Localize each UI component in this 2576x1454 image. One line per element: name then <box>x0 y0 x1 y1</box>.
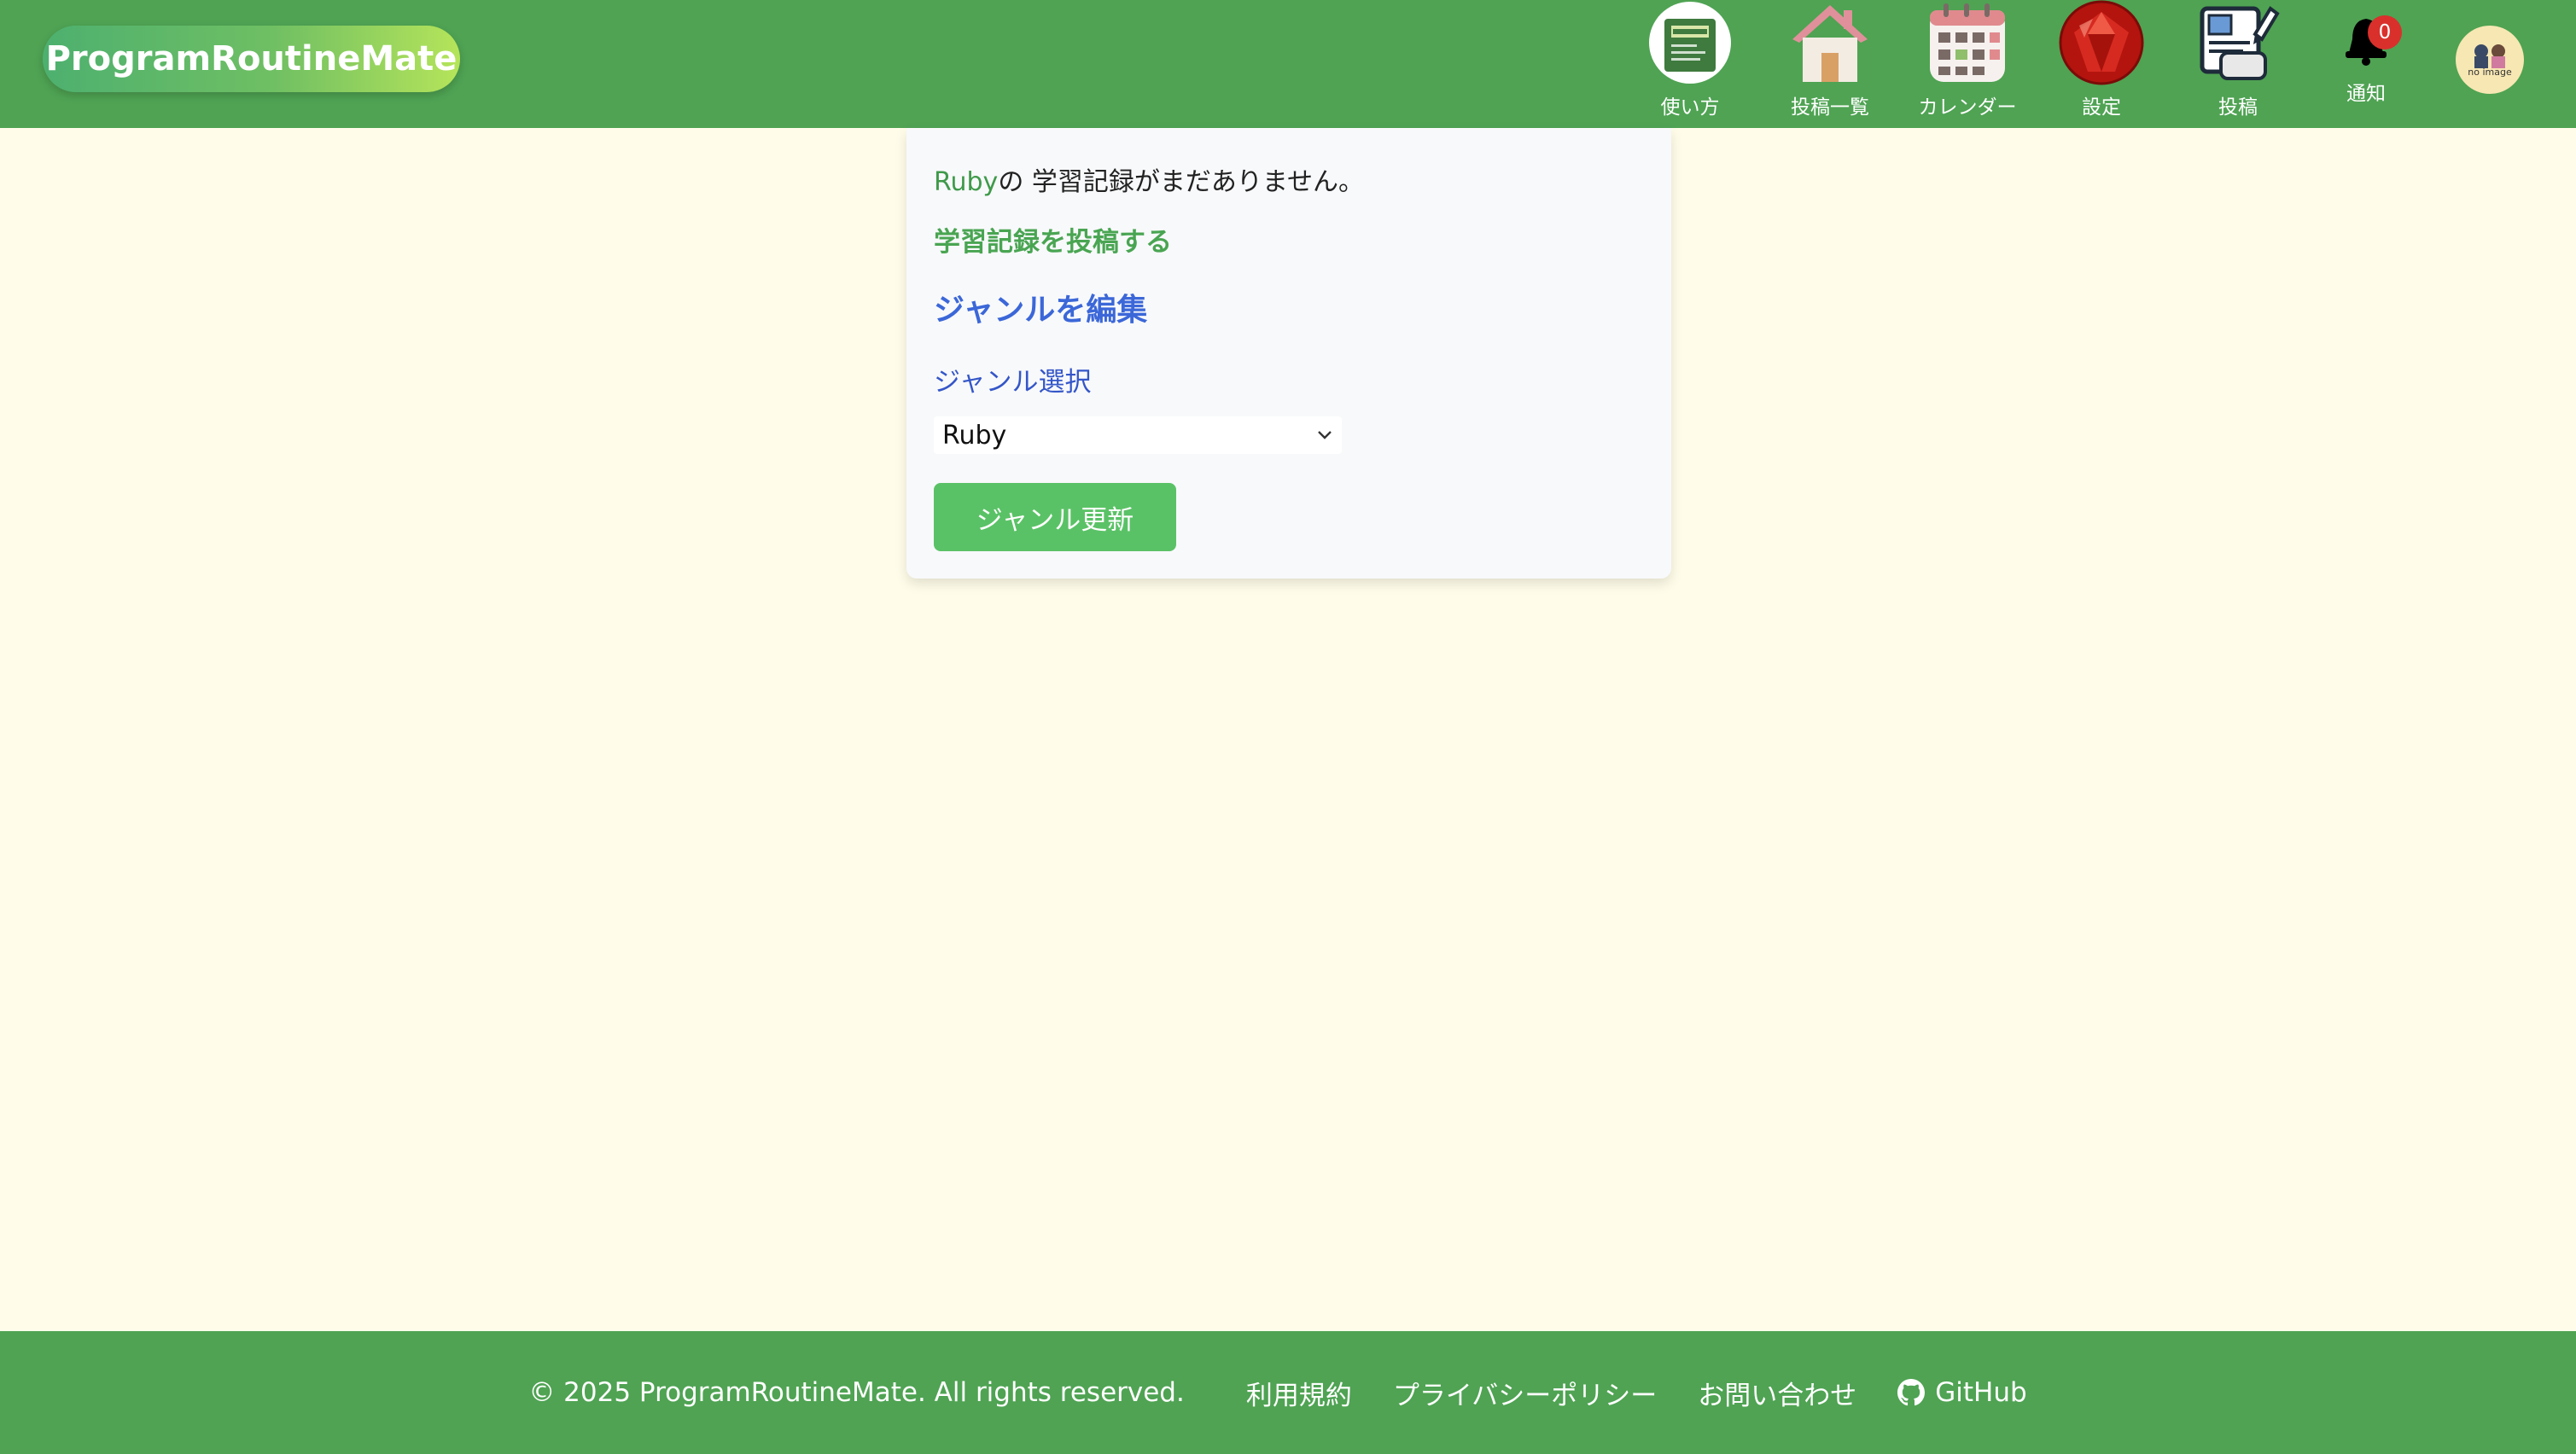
genre-select-label: ジャンル選択 <box>934 367 1092 398</box>
book-icon <box>1647 0 1733 85</box>
footer-contact-link[interactable]: お問い合わせ <box>1698 1374 1856 1412</box>
nav-posts[interactable]: 投稿一覧 <box>1783 0 1877 128</box>
notification-count: 0 <box>2378 21 2392 44</box>
nav-calendar-label: カレンダー <box>1918 96 2017 119</box>
avatar-text: no image <box>2468 66 2512 78</box>
empty-message-text: の 学習記録がまだありません。 <box>998 167 1364 197</box>
genre-card: Rubyの 学習記録がまだありません。 学習記録を投稿する ジャンルを編集 ジャ… <box>906 128 1671 579</box>
edit-genre-heading: ジャンルを編集 <box>934 293 1148 328</box>
nav-post-label: 投稿 <box>2218 96 2258 119</box>
brand-name: ProgramRoutineMate <box>45 39 458 79</box>
notification-badge: 0 <box>2368 15 2402 49</box>
ruby-gem-icon <box>2059 0 2144 85</box>
nav-howto[interactable]: 使い方 <box>1647 0 1733 128</box>
nav-posts-label: 投稿一覧 <box>1791 96 1869 119</box>
genre-select[interactable]: Ruby <box>934 416 1342 454</box>
footer-terms-link[interactable]: 利用規約 <box>1246 1374 1352 1412</box>
brand-logo[interactable]: ProgramRoutineMate <box>43 26 460 92</box>
calendar-icon <box>1925 0 2010 85</box>
footer-github-label: GitHub <box>1935 1377 2027 1408</box>
house-icon <box>1787 0 1873 85</box>
nav-howto-label: 使い方 <box>1660 96 1720 119</box>
nav-notifications[interactable]: 通知 0 <box>2330 0 2402 128</box>
footer-copyright: © 2025 ProgramRoutineMate. All rights re… <box>528 1377 1185 1408</box>
top-navbar: ProgramRoutineMate 使い方 投稿一覧 カレンダー 設定 投稿 … <box>0 0 2576 128</box>
genre-select-value: Ruby <box>942 420 1007 451</box>
footer: © 2025 ProgramRoutineMate. All rights re… <box>0 1331 2576 1454</box>
footer-github-link[interactable]: GitHub <box>1897 1377 2027 1408</box>
post-record-link[interactable]: 学習記録を投稿する <box>934 220 1172 259</box>
avatar-figures-icon <box>2474 44 2505 68</box>
nav-post[interactable]: 投稿 <box>2195 0 2281 128</box>
update-genre-button[interactable]: ジャンル更新 <box>934 483 1176 551</box>
nav-calendar[interactable]: カレンダー <box>1912 0 2023 128</box>
github-icon <box>1897 1379 1926 1406</box>
nav-settings[interactable]: 設定 <box>2059 0 2144 128</box>
empty-records-message: Rubyの 学習記録がまだありません。 <box>934 160 1364 198</box>
chevron-down-icon <box>1318 431 1332 439</box>
empty-message-genre: Ruby <box>934 167 999 197</box>
write-post-icon <box>2195 0 2281 85</box>
footer-privacy-link[interactable]: プライバシーポリシー <box>1393 1374 1657 1412</box>
nav-settings-label: 設定 <box>2082 96 2121 119</box>
nav-notifications-label: 通知 <box>2346 83 2386 105</box>
user-avatar[interactable]: no image <box>2456 26 2524 94</box>
